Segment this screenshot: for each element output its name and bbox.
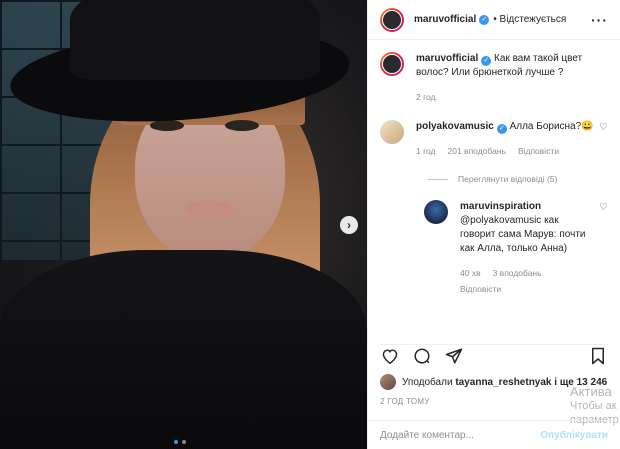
- avatar[interactable]: [380, 120, 404, 144]
- post-photo[interactable]: [0, 0, 367, 449]
- comment-username[interactable]: polyakovamusic: [416, 121, 494, 132]
- follow-status[interactable]: • Відстежується: [493, 14, 566, 25]
- add-comment-bar: Опублікувати: [368, 420, 620, 449]
- caption: maruvofficial ✓ Как вам такой цвет волос?…: [380, 52, 610, 104]
- instagram-post-view: › maruvofficial ✓ • Відстежується ··· ma…: [0, 0, 620, 449]
- reply-username[interactable]: maruvinspiration: [460, 201, 541, 212]
- chevron-right-icon[interactable]: ›: [340, 216, 358, 234]
- reply-time[interactable]: 40 хв: [460, 266, 481, 280]
- avatar[interactable]: [424, 200, 448, 224]
- photo-hat-top: [70, 0, 320, 80]
- photo-lips: [185, 200, 233, 218]
- publish-button[interactable]: Опублікувати: [540, 430, 608, 441]
- more-icon[interactable]: ···: [591, 12, 608, 28]
- likes-count[interactable]: і ще 13 246: [554, 377, 607, 388]
- comment-icon[interactable]: [412, 346, 432, 366]
- share-icon[interactable]: [444, 346, 464, 366]
- likes-prefix: Уподобали: [402, 376, 453, 388]
- verified-icon: ✓: [496, 124, 507, 134]
- comment-item: polyakovamusic ✓ Алла Борисна?😀 1 год 201…: [380, 120, 610, 158]
- comment-text: Алла Борисна?😀: [509, 121, 594, 132]
- caption-username[interactable]: maruvofficial: [416, 53, 478, 64]
- reply-text: @polyakovamusic как говорит сама Марув: …: [460, 215, 586, 254]
- reply-likes[interactable]: 3 вподобань: [493, 266, 542, 280]
- carousel-dot: [182, 440, 186, 444]
- likes-user[interactable]: tayanna_reshetnyak: [455, 377, 551, 388]
- carousel-dots: [174, 440, 186, 444]
- comment-reply-button[interactable]: Відповісти: [518, 144, 559, 158]
- comment-input[interactable]: [380, 429, 541, 441]
- heart-icon[interactable]: ♡: [599, 202, 608, 213]
- caption-time[interactable]: 2 год.: [416, 90, 438, 104]
- post-timestamp[interactable]: 2 ГОД ТОМУ: [380, 397, 430, 406]
- view-replies-label: Переглянути відповіді (5): [458, 174, 558, 184]
- divider: [428, 178, 448, 180]
- photo-shirt: [0, 250, 367, 449]
- photo-eye-right: [225, 120, 259, 131]
- comments-list: maruvofficial ✓ Как вам такой цвет волос?…: [380, 52, 610, 296]
- heart-icon[interactable]: ♡: [599, 122, 608, 133]
- reply-item: maruvinspiration @polyakovamusic как гов…: [424, 200, 610, 296]
- post-actions: [380, 344, 608, 366]
- likes-summary: Уподобали tayanna_reshetnyak і ще 13 246: [380, 374, 612, 390]
- photo-eye-left: [150, 120, 184, 131]
- post-sidebar: maruvofficial ✓ • Відстежується ··· maru…: [367, 0, 620, 449]
- carousel-dot-active: [174, 440, 178, 444]
- bookmark-icon[interactable]: [588, 346, 608, 366]
- avatar[interactable]: [380, 374, 396, 390]
- comment-likes[interactable]: 201 вподобань: [448, 144, 506, 158]
- verified-icon: ✓: [479, 14, 490, 25]
- view-replies-button[interactable]: Переглянути відповіді (5): [428, 174, 610, 184]
- comment-time[interactable]: 1 год: [416, 144, 436, 158]
- avatar[interactable]: [380, 7, 404, 32]
- verified-icon: ✓: [481, 56, 492, 66]
- reply-reply-button[interactable]: Відповісти: [460, 282, 501, 296]
- post-header: maruvofficial ✓ • Відстежується ···: [368, 0, 620, 40]
- heart-icon[interactable]: [380, 346, 400, 366]
- avatar[interactable]: [380, 52, 404, 76]
- post-username[interactable]: maruvofficial: [414, 14, 476, 25]
